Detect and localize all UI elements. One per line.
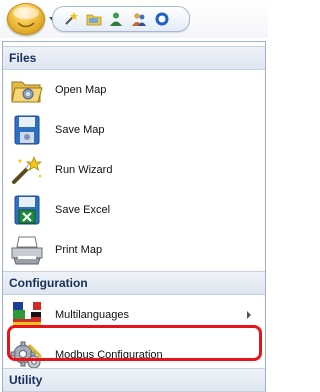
application-menu: Files Open Map Save Map Run Wizard Save … bbox=[2, 41, 266, 392]
gears-icon bbox=[10, 341, 42, 369]
magic-wand-icon bbox=[12, 155, 43, 184]
menu-item-print-map[interactable]: Print Map bbox=[3, 230, 265, 270]
menu-item-label: Run Wizard bbox=[55, 164, 113, 176]
folder-icon[interactable] bbox=[86, 11, 102, 27]
menu-item-save-map[interactable]: Save Map bbox=[3, 110, 265, 150]
menu-item-label: Save Excel bbox=[55, 204, 111, 216]
quick-access-toolbar bbox=[0, 0, 268, 38]
excel-disk-icon bbox=[14, 195, 40, 225]
menu-item-label: Multilanguages bbox=[55, 309, 129, 321]
flags-icon bbox=[13, 302, 41, 327]
section-header-configuration: Configuration bbox=[3, 271, 265, 295]
menu-item-multilanguages[interactable]: Multilanguages bbox=[3, 295, 265, 335]
wand-icon[interactable] bbox=[63, 11, 79, 27]
section-header-utility: Utility bbox=[3, 368, 265, 392]
section-header-files: Files bbox=[3, 46, 265, 70]
menu-item-label: Save Map bbox=[55, 124, 105, 136]
user-icon[interactable] bbox=[108, 11, 124, 27]
submenu-arrow-icon bbox=[247, 311, 251, 319]
menu-item-label: Print Map bbox=[55, 244, 103, 256]
menu-item-label: Open Map bbox=[55, 84, 107, 96]
users-icon[interactable] bbox=[131, 11, 147, 27]
quick-access-icons bbox=[52, 6, 190, 32]
printer-icon bbox=[11, 236, 43, 265]
open-folder-icon bbox=[11, 81, 43, 103]
save-disk-icon bbox=[14, 115, 40, 145]
blue-circle-icon[interactable] bbox=[154, 11, 170, 27]
menu-item-open-map[interactable]: Open Map bbox=[3, 70, 265, 110]
menu-item-save-excel[interactable]: Save Excel bbox=[3, 190, 265, 230]
app-menu-orb-icon[interactable] bbox=[7, 3, 45, 35]
menu-item-run-wizard[interactable]: Run Wizard bbox=[3, 150, 265, 190]
